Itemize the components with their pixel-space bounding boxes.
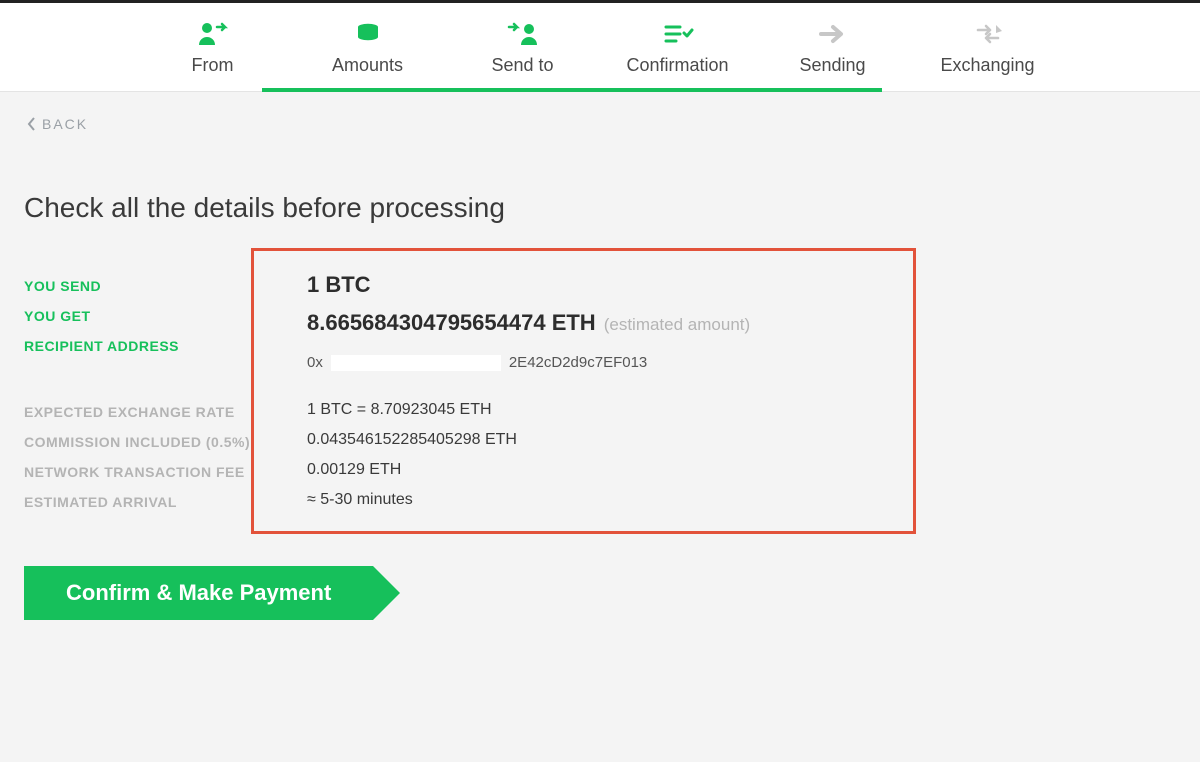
step-label: Exchanging bbox=[940, 55, 1034, 92]
value-you-get-amount: 8.665684304795654474 ETH bbox=[307, 310, 596, 336]
step-sendto[interactable]: Send to bbox=[445, 21, 600, 92]
step-label: Sending bbox=[799, 55, 865, 92]
arrow-right-icon bbox=[817, 21, 849, 47]
step-sending[interactable]: Sending bbox=[755, 21, 910, 92]
address-prefix: 0x bbox=[307, 354, 323, 371]
person-arrow-icon bbox=[197, 21, 229, 47]
confirm-make-payment-button[interactable]: Confirm & Make Payment bbox=[24, 566, 373, 620]
chevron-left-icon bbox=[26, 116, 36, 132]
steps-progress-bar bbox=[262, 88, 882, 92]
step-label: Amounts bbox=[332, 55, 403, 92]
step-confirmation[interactable]: Confirmation bbox=[600, 21, 755, 92]
back-label: BACK bbox=[42, 116, 88, 132]
step-exchanging[interactable]: Exchanging bbox=[910, 21, 1065, 92]
progress-steps: From Amounts Send to Confirmation Sendin… bbox=[0, 3, 1200, 92]
step-amounts[interactable]: Amounts bbox=[290, 21, 445, 92]
value-expected-rate: 1 BTC = 8.70923045 ETH bbox=[259, 401, 1176, 419]
value-commission: 0.043546152285405298 ETH bbox=[259, 431, 1176, 449]
label-expected-rate: EXPECTED EXCHANGE RATE bbox=[24, 404, 259, 420]
label-you-get: YOU GET bbox=[24, 308, 259, 324]
step-label: Confirmation bbox=[626, 55, 728, 92]
detail-values: 1 BTC 8.665684304795654474 ETH (estimate… bbox=[259, 272, 1176, 510]
arrow-person-icon bbox=[507, 21, 539, 47]
label-commission: COMMISSION INCLUDED (0.5%) bbox=[24, 434, 259, 450]
value-network-fee: 0.00129 ETH bbox=[259, 461, 1176, 479]
step-from[interactable]: From bbox=[135, 21, 290, 92]
page-body: BACK Check all the details before proces… bbox=[0, 92, 1200, 762]
value-arrival: ≈ 5-30 minutes bbox=[259, 491, 1176, 509]
step-label: Send to bbox=[491, 55, 553, 92]
label-you-send: YOU SEND bbox=[24, 278, 259, 294]
details-grid: YOU SEND YOU GET RECIPIENT ADDRESS EXPEC… bbox=[24, 272, 1176, 510]
address-redacted bbox=[331, 355, 501, 371]
detail-labels: YOU SEND YOU GET RECIPIENT ADDRESS EXPEC… bbox=[24, 272, 259, 510]
value-you-get: 8.665684304795654474 ETH (estimated amou… bbox=[259, 310, 1176, 336]
address-mid: 2E42cD2d9c7EF013 bbox=[509, 354, 647, 371]
label-network-fee: NETWORK TRANSACTION FEE bbox=[24, 464, 259, 480]
step-label: From bbox=[192, 55, 234, 92]
checklist-icon bbox=[662, 21, 694, 47]
coins-icon bbox=[352, 21, 384, 47]
page-title: Check all the details before processing bbox=[24, 192, 1176, 224]
value-recipient-address: 0x 2E42cD2d9c7EF013 bbox=[259, 354, 1176, 371]
exchange-icon bbox=[972, 21, 1004, 47]
value-you-get-note: (estimated amount) bbox=[604, 315, 750, 335]
label-recipient-address: RECIPIENT ADDRESS bbox=[24, 338, 259, 354]
address-redacted-2 bbox=[655, 355, 735, 371]
value-you-send: 1 BTC bbox=[259, 272, 1176, 298]
label-arrival: ESTIMATED ARRIVAL bbox=[24, 494, 259, 510]
back-button[interactable]: BACK bbox=[24, 112, 90, 136]
